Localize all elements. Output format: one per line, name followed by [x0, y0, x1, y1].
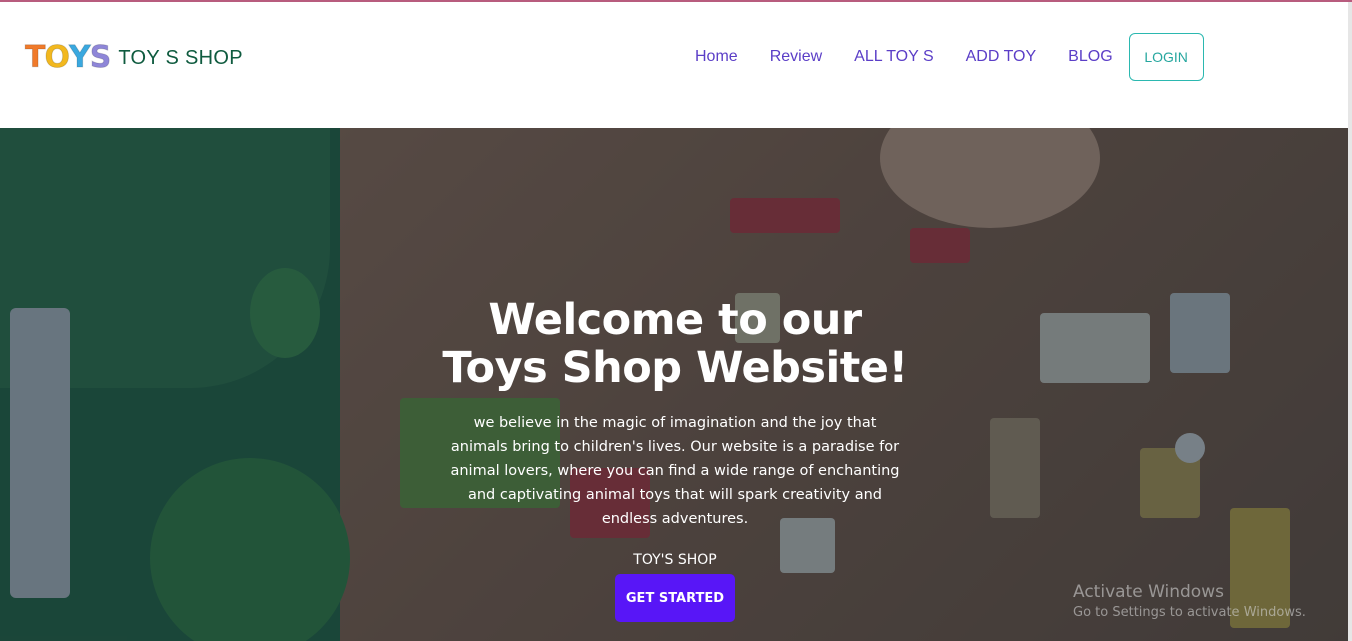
hero-title-line1: Welcome to our [488, 295, 862, 345]
hero-description: we believe in the magic of imagination a… [450, 415, 900, 527]
hero-content: Welcome to our Toys Shop Website! we bel… [0, 128, 1349, 641]
nav-blog[interactable]: BLOG [1068, 48, 1112, 66]
main-nav: Home Review ALL TOY S ADD TOY BLOG LOGIN [679, 33, 1204, 81]
toys-logo-icon: T O Y S [24, 40, 112, 75]
watermark-title: Activate Windows [1073, 582, 1224, 602]
logo-letter-o: O [44, 40, 70, 75]
activate-windows-watermark: Activate Windows Go to Settings to activ… [1073, 582, 1306, 620]
get-started-button[interactable]: GET STARTED [615, 574, 735, 622]
navbar: T O Y S TOY S SHOP Home Review ALL TOY S… [0, 2, 1352, 128]
logo-letter-s: S [89, 40, 112, 75]
nav-all-toys[interactable]: ALL TOY S [854, 48, 933, 66]
nav-home[interactable]: Home [695, 48, 738, 66]
hero-banner: Welcome to our Toys Shop Website! we bel… [0, 128, 1349, 641]
login-button[interactable]: LOGIN [1128, 33, 1204, 81]
site-logo[interactable]: T O Y S TOY S SHOP [24, 40, 243, 75]
page-scrollbar[interactable] [1348, 2, 1352, 641]
hero-title-line2: Toys Shop Website! [442, 343, 908, 393]
watermark-subtitle: Go to Settings to activate Windows. [1073, 605, 1306, 620]
logo-letter-y: Y [68, 40, 91, 75]
hero-subtitle: TOY'S SHOP [633, 552, 717, 568]
brand-title: TOY S SHOP [118, 46, 243, 69]
nav-add-toy[interactable]: ADD TOY [966, 48, 1037, 66]
logo-letter-t: T [24, 40, 46, 75]
nav-review[interactable]: Review [770, 48, 822, 66]
hero-title: Welcome to our Toys Shop Website! [425, 296, 925, 392]
